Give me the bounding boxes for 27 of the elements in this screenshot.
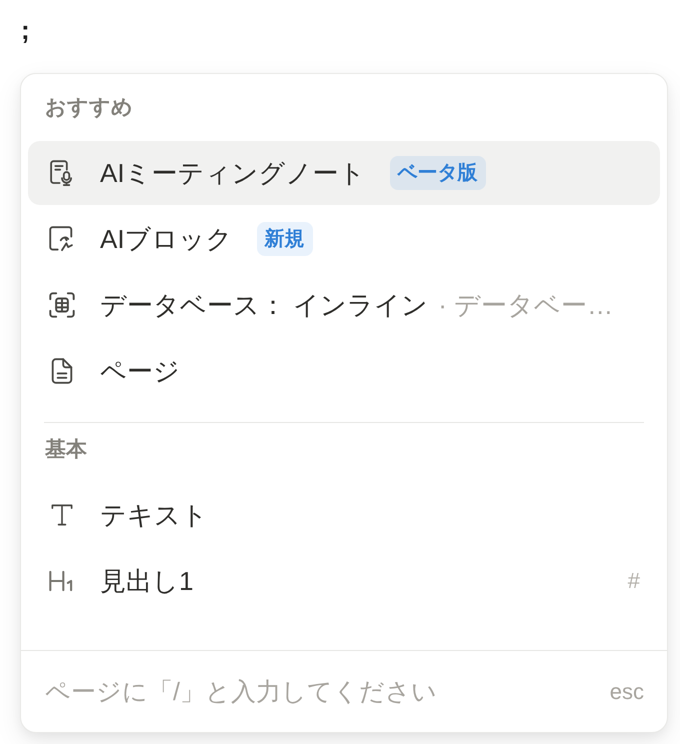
section-heading: 基本 [44,437,88,463]
menu-item[interactable]: 見出し1 # [28,549,660,613]
text-type-icon [51,504,73,526]
menu-item[interactable]: テキスト [28,483,660,547]
page-icon [49,358,75,384]
item-label: 見出し1 [100,565,194,598]
table-grid-icon [49,292,75,318]
item-tag: 新規 [256,222,313,256]
item-label: AIミーティングノート [100,157,366,190]
keyboard-shortcut: esc [610,678,644,704]
document-microphone-icon [49,160,75,186]
menu-item[interactable]: ページ [28,339,660,403]
menu-item[interactable]: AIミーティングノート ベータ版 [28,141,660,205]
section-heading: おすすめ [44,95,134,121]
menu-item[interactable]: AIブロック 新規 [28,207,660,271]
item-label: AIブロック [100,223,233,256]
item-label: ページ [100,355,180,388]
frame-scribble-icon [49,226,75,252]
item-tag: ベータ版 [390,156,486,190]
footer-hint: ページに「/」と入力してください [45,677,437,708]
item-label: テキスト [100,499,208,532]
item-label: データベース： インライン [100,289,428,322]
heading-icon [49,568,75,594]
item-description: · データベー… [438,289,614,322]
page-text: ; [21,14,30,47]
menu-item[interactable]: データベース： インライン · データベー… [28,273,660,337]
keyboard-shortcut: # [628,568,640,594]
